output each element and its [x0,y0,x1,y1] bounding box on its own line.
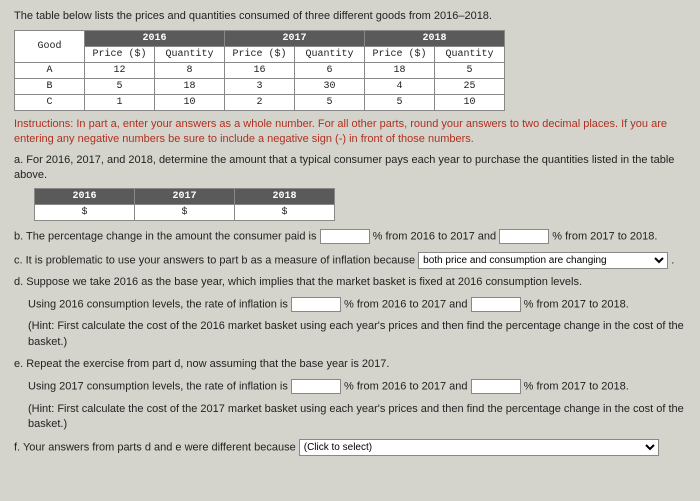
qe-text: Using 2017 consumption levels, the rate … [28,381,291,393]
hint-d: (Hint: First calculate the cost of the 2… [28,319,686,351]
select-f[interactable]: (Click to select) [299,439,659,456]
col-price-2016: Price ($) [85,47,155,63]
year-2017: 2017 [225,31,365,47]
question-b: b. The percentage change in the amount t… [14,229,686,245]
year-2016: 2016 [85,31,225,47]
qd-mid: % from 2016 to 2017 and [344,298,471,310]
cell: 8 [155,63,225,79]
question-f: f. Your answers from parts d and e were … [14,439,686,456]
qc-period: . [671,254,674,266]
cell: 4 [365,79,435,95]
cell: 5 [295,95,365,111]
input-d2[interactable] [471,297,521,312]
ans-cell-2018[interactable]: $ [235,205,335,221]
input-d1[interactable] [291,297,341,312]
ans-year-2018: 2018 [235,189,335,205]
ans-year-2017: 2017 [135,189,235,205]
input-b1[interactable] [320,229,370,244]
intro-text: The table below lists the prices and qua… [14,10,686,22]
table-row: A 12 8 16 6 18 5 [15,63,505,79]
qd-end: % from 2017 to 2018. [524,298,629,310]
answer-table-a: 2016 2017 2018 $ $ $ [34,188,335,221]
cell: 18 [365,63,435,79]
question-d-line: Using 2016 consumption levels, the rate … [28,297,686,313]
col-good: Good [15,31,85,63]
cell-good: C [15,95,85,111]
col-price-2017: Price ($) [225,47,295,63]
qe-mid: % from 2016 to 2017 and [344,381,471,393]
qc-text: c. It is problematic to use your answers… [14,254,418,266]
qb-end: % from 2017 to 2018. [552,231,657,243]
col-qty-2016: Quantity [155,47,225,63]
cell: 6 [295,63,365,79]
cell: 5 [435,63,505,79]
cell: 10 [435,95,505,111]
qd-text: Using 2016 consumption levels, the rate … [28,298,291,310]
cell: 3 [225,79,295,95]
question-c: c. It is problematic to use your answers… [14,252,686,269]
cell: 1 [85,95,155,111]
question-e-line: Using 2017 consumption levels, the rate … [28,379,686,395]
cell: 30 [295,79,365,95]
question-a: a. For 2016, 2017, and 2018, determine t… [14,153,686,183]
cell-good: B [15,79,85,95]
hint-e: (Hint: First calculate the cost of the 2… [28,402,686,434]
cell-good: A [15,63,85,79]
cell: 18 [155,79,225,95]
table-row: C 1 10 2 5 5 10 [15,95,505,111]
col-qty-2018: Quantity [435,47,505,63]
instructions-text: Instructions: In part a, enter your answ… [14,117,686,147]
cell: 16 [225,63,295,79]
qe-end: % from 2017 to 2018. [524,381,629,393]
cell: 12 [85,63,155,79]
qb-text: b. The percentage change in the amount t… [14,231,320,243]
cell: 5 [85,79,155,95]
qf-text: f. Your answers from parts d and e were … [14,442,299,454]
cell: 25 [435,79,505,95]
select-c[interactable]: both price and consumption are changing [418,252,668,269]
qb-mid: % from 2016 to 2017 and [373,231,500,243]
price-quantity-table: Good 2016 2017 2018 Price ($) Quantity P… [14,30,505,111]
col-qty-2017: Quantity [295,47,365,63]
input-e2[interactable] [471,379,521,394]
question-d: d. Suppose we take 2016 as the base year… [14,275,686,291]
input-e1[interactable] [291,379,341,394]
cell: 10 [155,95,225,111]
cell: 2 [225,95,295,111]
ans-cell-2016[interactable]: $ [35,205,135,221]
cell: 5 [365,95,435,111]
ans-cell-2017[interactable]: $ [135,205,235,221]
question-e: e. Repeat the exercise from part d, now … [14,357,686,373]
ans-year-2016: 2016 [35,189,135,205]
input-b2[interactable] [499,229,549,244]
year-2018: 2018 [365,31,505,47]
col-price-2018: Price ($) [365,47,435,63]
table-row: B 5 18 3 30 4 25 [15,79,505,95]
